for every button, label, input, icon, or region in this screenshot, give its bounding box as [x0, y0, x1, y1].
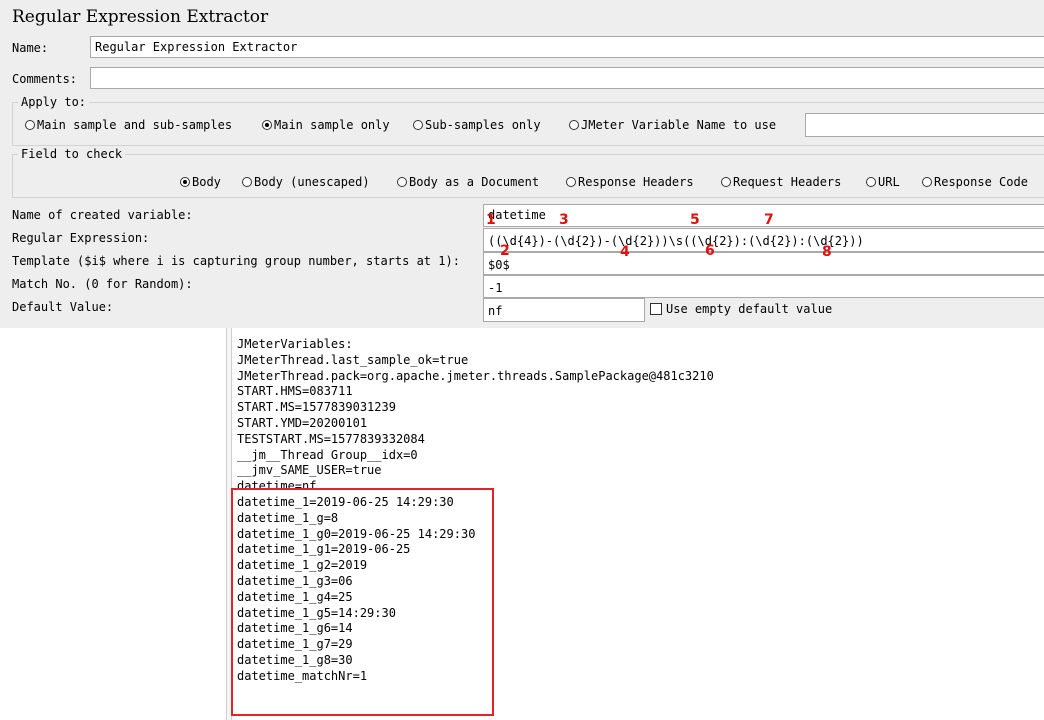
regex-label: Regular Expression:: [12, 231, 150, 245]
radio-label: Main sample only: [274, 118, 390, 132]
radio-icon: [721, 177, 731, 187]
annotation-8: 8: [822, 244, 832, 260]
default-value-label: Default Value:: [12, 300, 114, 314]
radio-response-code[interactable]: Response Code: [922, 175, 1028, 189]
annotation-7: 7: [764, 212, 774, 228]
radio-icon: [566, 177, 576, 187]
apply-to-legend: Apply to:: [18, 95, 90, 109]
jmeter-variable-input[interactable]: [805, 113, 1044, 137]
radio-sub-only[interactable]: Sub-samples only: [413, 118, 541, 132]
regex-input[interactable]: ((\d{4})-(\d{2})-(\d{2}))\s((\d{2}):(\d{…: [483, 228, 1044, 252]
radio-body-unescaped[interactable]: Body (unescaped): [242, 175, 370, 189]
template-label: Template ($i$ where i is capturing group…: [12, 254, 460, 268]
variable-line: TESTSTART.MS=1577839332084: [237, 431, 425, 446]
radio-body-document[interactable]: Body as a Document: [397, 175, 539, 189]
radio-jmeter-variable[interactable]: JMeter Variable Name to use: [569, 118, 776, 132]
match-no-input[interactable]: -1: [483, 275, 1044, 298]
annotation-2: 2: [500, 243, 510, 259]
radio-url[interactable]: URL: [866, 175, 900, 189]
highlight-box: [231, 488, 494, 716]
radio-label: Request Headers: [733, 175, 842, 189]
radio-label: Body: [192, 175, 221, 189]
variable-line: __jmv_SAME_USER=true: [237, 463, 382, 478]
comments-label: Comments:: [12, 72, 78, 86]
radio-label: Sub-samples only: [425, 118, 541, 132]
radio-label: Response Headers: [578, 175, 694, 189]
comments-input[interactable]: [90, 67, 1044, 89]
radio-icon: [413, 120, 423, 130]
match-no-label: Match No. (0 for Random):: [12, 277, 193, 291]
radio-icon: [569, 120, 579, 130]
annotation-4: 4: [620, 244, 630, 260]
radio-label: URL: [878, 175, 900, 189]
variable-line: START.HMS=083711: [237, 384, 353, 399]
annotation-1: 1: [486, 212, 496, 228]
radio-label: Body (unescaped): [254, 175, 370, 189]
radio-label: Main sample and sub-samples: [37, 118, 233, 132]
radio-icon: [397, 177, 407, 187]
radio-label: Response Code: [934, 175, 1028, 189]
annotation-3: 3: [559, 212, 569, 228]
template-input[interactable]: $0$: [483, 252, 1044, 275]
radio-icon: [242, 177, 252, 187]
name-input[interactable]: Regular Expression Extractor: [90, 36, 1044, 58]
annotation-5: 5: [690, 212, 700, 228]
variable-line: START.YMD=20200101: [237, 415, 368, 430]
use-empty-default-checkbox[interactable]: Use empty default value: [650, 302, 832, 316]
radio-icon: [922, 177, 932, 187]
variable-line: JMeterThread.last_sample_ok=true: [237, 352, 469, 367]
radio-label: Body as a Document: [409, 175, 540, 189]
annotation-6: 6: [705, 243, 715, 259]
variable-line: START.MS=1577839031239: [237, 400, 396, 415]
radio-body[interactable]: Body: [180, 175, 221, 189]
radio-main-only[interactable]: Main sample only: [262, 118, 390, 132]
radio-selected-icon: [262, 120, 272, 130]
name-label: Name:: [12, 41, 49, 55]
var-name-label: Name of created variable:: [12, 208, 193, 222]
panel-title: Regular Expression Extractor: [12, 7, 269, 27]
variable-line: __jm__Thread Group__idx=0: [237, 447, 418, 462]
radio-selected-icon: [180, 177, 190, 187]
radio-response-headers[interactable]: Response Headers: [566, 175, 694, 189]
radio-icon: [25, 120, 35, 130]
field-to-check-legend: Field to check: [18, 147, 126, 161]
tree-panel: [0, 328, 229, 720]
variable-line: JMeterThread.pack=org.apache.jmeter.thre…: [237, 368, 714, 383]
radio-main-and-sub[interactable]: Main sample and sub-samples: [25, 118, 232, 132]
radio-icon: [866, 177, 876, 187]
radio-label: JMeter Variable Name to use: [581, 118, 777, 132]
default-value-input[interactable]: nf: [483, 298, 645, 322]
variable-line: JMeterVariables:: [237, 337, 353, 351]
checkbox-icon: [650, 303, 662, 315]
checkbox-label: Use empty default value: [666, 302, 833, 316]
radio-request-headers[interactable]: Request Headers: [721, 175, 841, 189]
